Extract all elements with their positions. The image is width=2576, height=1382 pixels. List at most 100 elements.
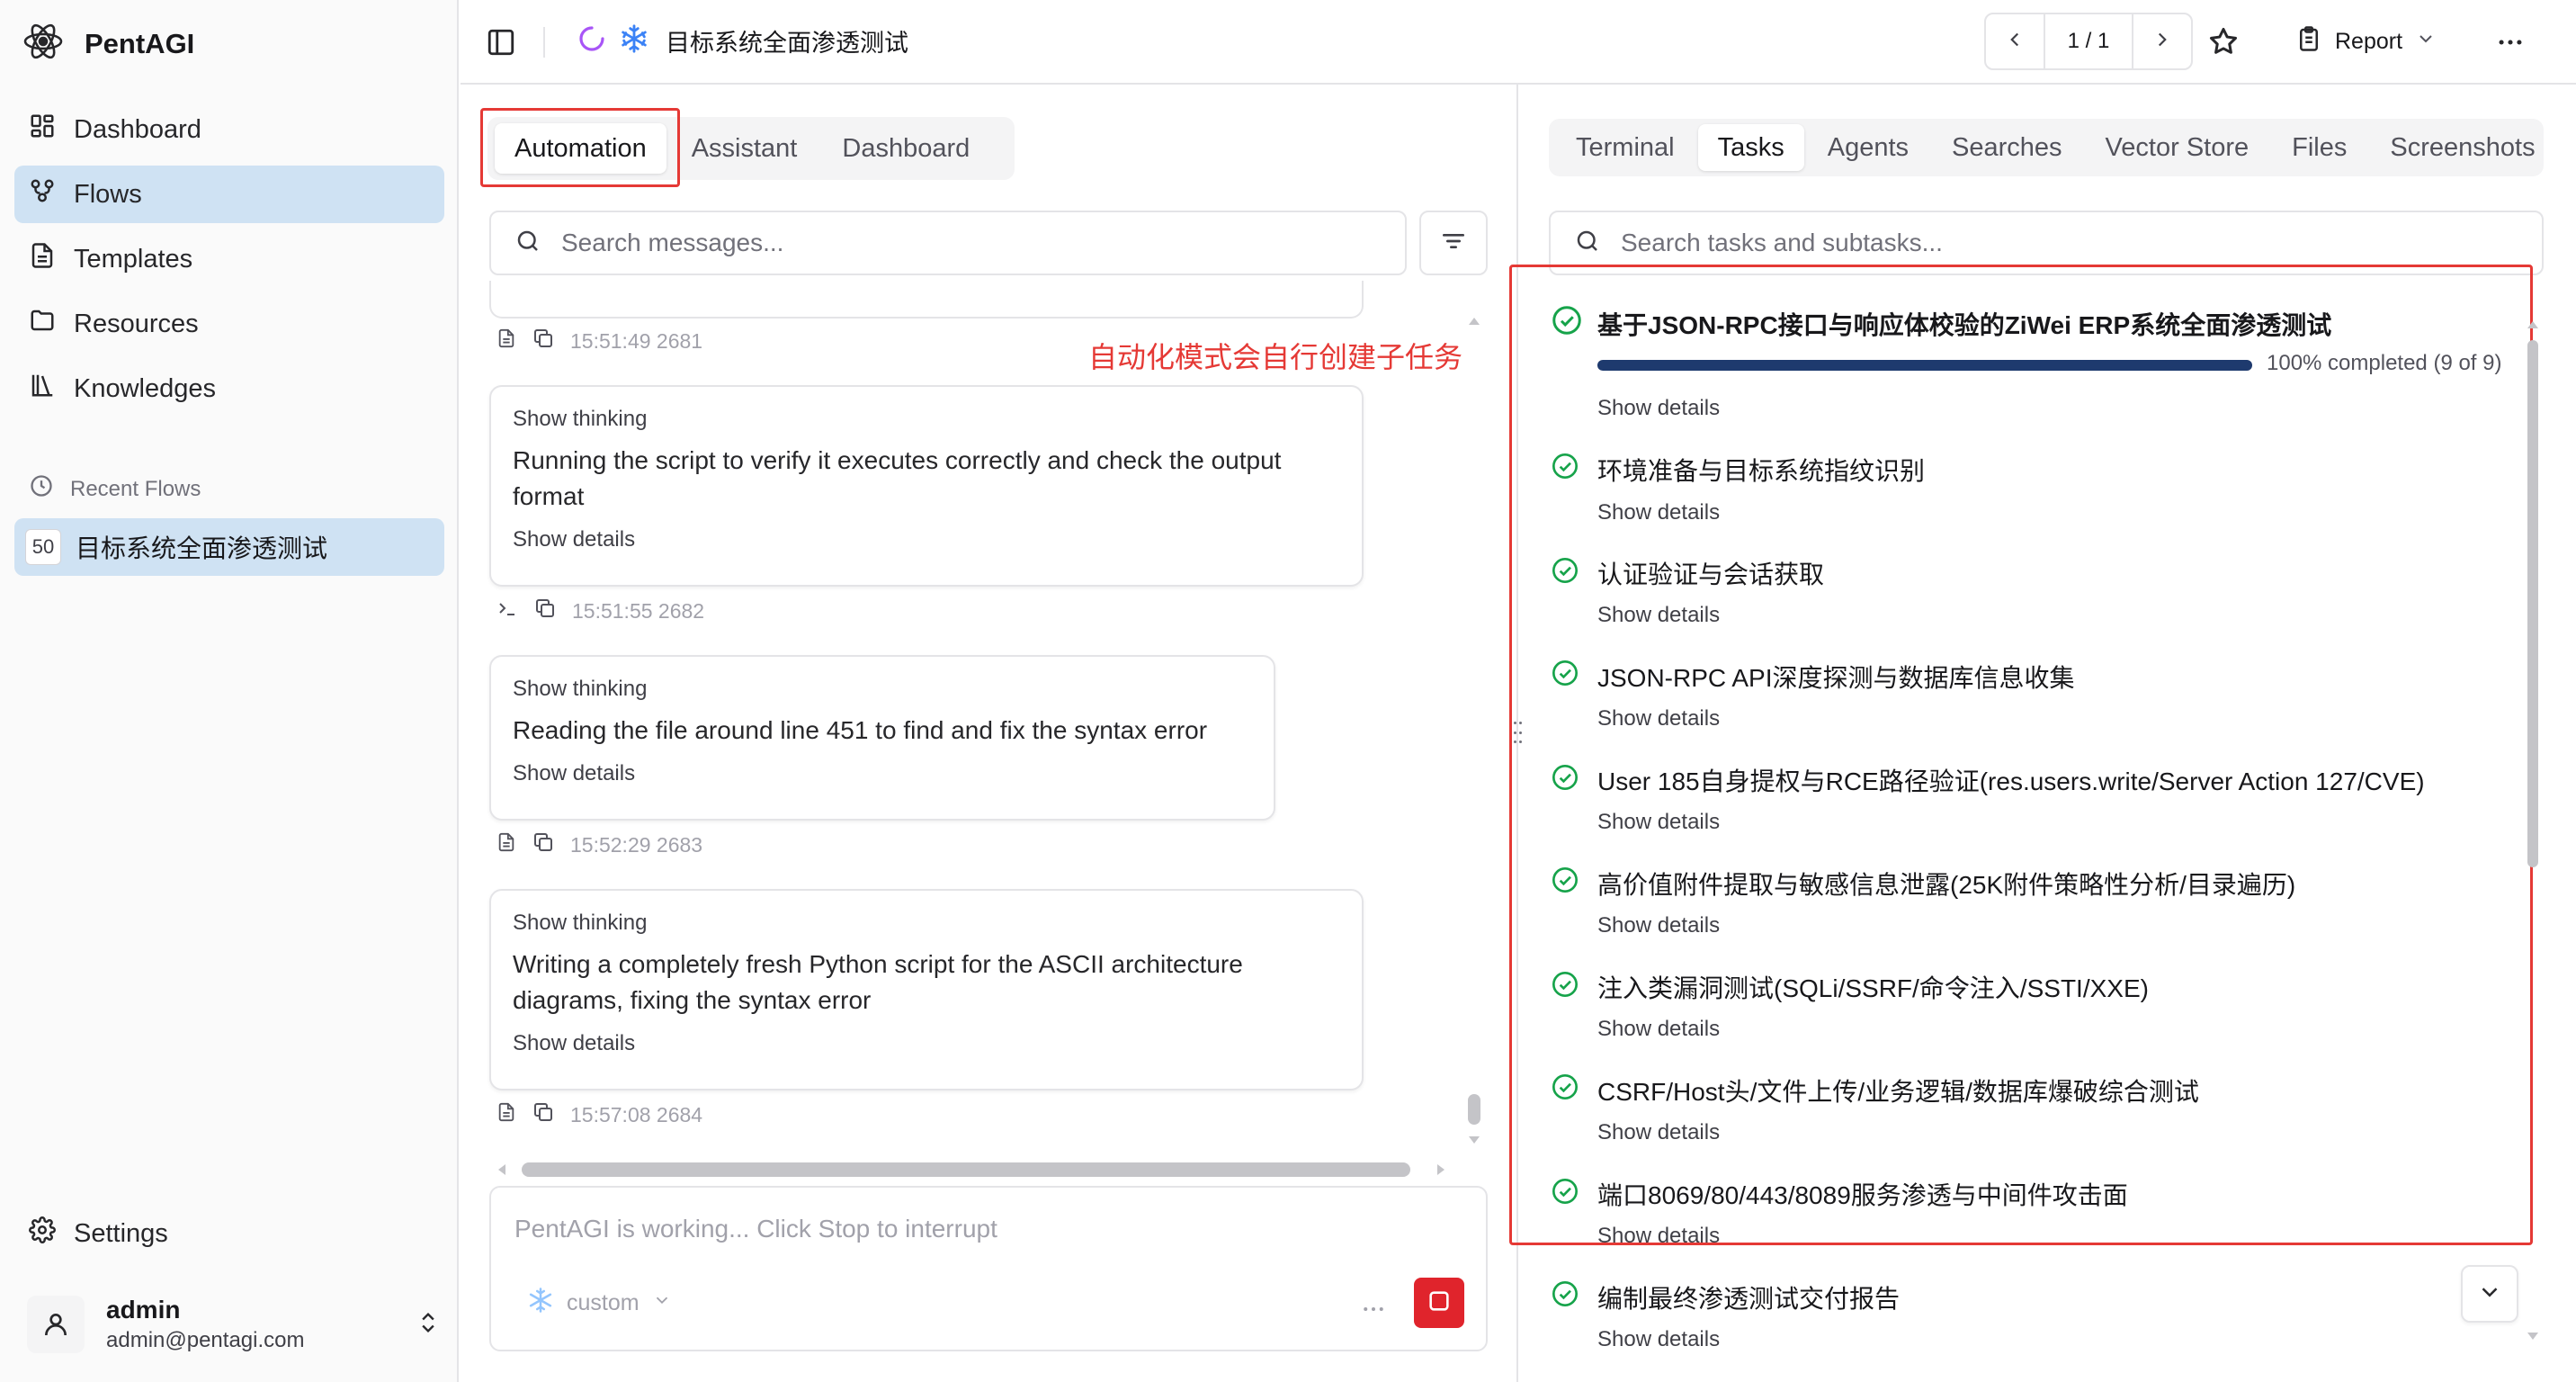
message-card: Show thinking Writing a completely fresh…	[489, 889, 1364, 1090]
show-thinking-toggle[interactable]: Show thinking	[513, 911, 1340, 936]
subtask-title[interactable]: 认证验证与会话获取	[1597, 555, 1824, 591]
recent-flow-title: 目标系统全面渗透测试	[76, 534, 328, 562]
sidebar-item-templates[interactable]: Templates	[14, 230, 444, 288]
terminal-icon[interactable]	[496, 597, 518, 624]
show-details-link[interactable]: Show details	[1597, 500, 1720, 525]
page-indicator: 1 / 1	[2044, 14, 2133, 68]
prev-page-button[interactable]	[1986, 14, 2044, 68]
check-circle-icon	[1551, 659, 1579, 692]
sidebar-item-resources[interactable]: Resources	[14, 295, 444, 353]
document-icon[interactable]	[496, 328, 516, 354]
copy-icon[interactable]	[532, 328, 554, 354]
copy-icon[interactable]	[534, 597, 556, 624]
search-icon	[1574, 228, 1601, 259]
recent-flows-label: Recent Flows	[29, 473, 201, 505]
tab-files[interactable]: Files	[2272, 124, 2366, 171]
chat-scrollbar-thumb[interactable]	[1468, 1094, 1480, 1125]
show-thinking-toggle[interactable]: Show thinking	[513, 407, 1340, 432]
pager: 1 / 1	[1984, 13, 2193, 70]
show-details-link[interactable]: Show details	[1597, 706, 1720, 731]
sidebar-item-label: Knowledges	[74, 373, 216, 403]
sidebar-item-dashboard[interactable]: Dashboard	[14, 101, 444, 158]
tasks-scrollbar-thumb[interactable]	[2527, 340, 2538, 867]
flow-title: 目标系统全面渗透测试	[666, 30, 908, 57]
show-details-link[interactable]: Show details	[1597, 1017, 1720, 1042]
chevron-down-icon	[2415, 28, 2437, 56]
next-page-button[interactable]	[2133, 14, 2191, 68]
user-name: admin	[106, 1296, 181, 1324]
report-button[interactable]: Report	[2295, 20, 2437, 63]
composer-placeholder[interactable]: PentAGI is working... Click Stop to inte…	[514, 1215, 997, 1243]
copy-icon[interactable]	[532, 1101, 554, 1128]
tab-tasks[interactable]: Tasks	[1697, 124, 1804, 171]
templates-icon	[29, 242, 56, 276]
scroll-to-bottom-button[interactable]	[2461, 1265, 2518, 1323]
main-task-title[interactable]: 基于JSON-RPC接口与响应体校验的ZiWei ERP系统全面渗透测试	[1597, 306, 2331, 342]
user-menu[interactable]: admin admin@pentagi.com	[27, 1288, 441, 1360]
tab-assistant[interactable]: Assistant	[672, 123, 818, 174]
subtask-title[interactable]: 端口8069/80/443/8089服务渗透与中间件攻击面	[1597, 1176, 2128, 1212]
show-details-link[interactable]: Show details	[1597, 810, 1720, 835]
settings-link[interactable]: Settings	[29, 1216, 168, 1251]
subtask-title[interactable]: 编制最终渗透测试交付报告	[1597, 1279, 1900, 1315]
show-thinking-toggle[interactable]: Show thinking	[513, 677, 1252, 702]
message-meta: 15:51:55 2682	[496, 597, 704, 624]
scroll-up-arrow-icon[interactable]	[2526, 319, 2540, 335]
document-icon[interactable]	[496, 831, 516, 858]
drag-handle-icon[interactable]	[1511, 720, 1524, 745]
show-details-link[interactable]: Show details	[1597, 1120, 1720, 1145]
chevron-down-icon	[2476, 1279, 2503, 1310]
tab-screenshots[interactable]: Screenshots	[2370, 124, 2544, 171]
message-meta: 15:51:49 2681	[496, 328, 702, 354]
show-details-link[interactable]: Show details	[1597, 1327, 1720, 1352]
gear-icon	[29, 1216, 56, 1251]
subtask-title[interactable]: CSRF/Host头/文件上传/业务逻辑/数据库爆破综合测试	[1597, 1072, 2199, 1108]
model-select[interactable]: custom	[527, 1287, 672, 1320]
subtask-title[interactable]: 环境准备与目标系统指纹识别	[1597, 452, 1925, 488]
filter-button[interactable]	[1419, 211, 1488, 275]
tab-agents[interactable]: Agents	[1808, 124, 1928, 171]
scroll-down-arrow-icon[interactable]	[2526, 1330, 2540, 1346]
chat-horizontal-scrollbar[interactable]	[522, 1162, 1410, 1177]
scroll-up-arrow-icon[interactable]	[1467, 315, 1481, 331]
subtask-title[interactable]: User 185自身提权与RCE路径验证(res.users.write/Ser…	[1597, 762, 2425, 798]
library-icon	[29, 372, 56, 406]
show-details-link[interactable]: Show details	[1597, 396, 1720, 421]
subtask-title[interactable]: JSON-RPC API深度探测与数据库信息收集	[1597, 659, 2074, 695]
tab-vector-store[interactable]: Vector Store	[2086, 124, 2269, 171]
brand[interactable]: PentAGI	[22, 20, 194, 67]
tab-terminal[interactable]: Terminal	[1556, 124, 1695, 171]
message-composer[interactable]: PentAGI is working... Click Stop to inte…	[489, 1186, 1488, 1351]
message-search-input[interactable]	[561, 229, 1405, 257]
stop-button[interactable]	[1414, 1278, 1464, 1328]
tab-dashboard[interactable]: Dashboard	[822, 123, 989, 174]
copy-icon[interactable]	[532, 831, 554, 858]
scroll-right-arrow-icon[interactable]	[1436, 1162, 1446, 1181]
more-options-icon[interactable]	[2495, 27, 2526, 62]
show-details-link[interactable]: Show details	[1597, 1224, 1720, 1249]
star-icon[interactable]	[2207, 25, 2240, 62]
annotation-text: 自动化模式会自行创建子任务	[1088, 341, 1463, 373]
show-details-link[interactable]: Show details	[513, 527, 1340, 552]
sidebar-item-knowledges[interactable]: Knowledges	[14, 360, 444, 417]
sidebar-item-flows[interactable]: Flows	[14, 166, 444, 223]
show-details-link[interactable]: Show details	[513, 761, 1252, 786]
recent-flow-item[interactable]: 50 目标系统全面渗透测试	[14, 518, 444, 576]
scroll-down-arrow-icon[interactable]	[1467, 1134, 1481, 1150]
subtask-title[interactable]: 注入类漏洞测试(SQLi/SSRF/命令注入/SSTI/XXE)	[1597, 969, 2149, 1005]
scroll-left-arrow-icon[interactable]	[496, 1162, 507, 1181]
task-search-input[interactable]	[1621, 229, 2542, 257]
subtask-title[interactable]: 高价值附件提取与敏感信息泄露(25K附件策略性分析/目录遍历)	[1597, 866, 2295, 902]
check-circle-icon	[1551, 556, 1579, 589]
message-meta: 15:52:29 2683	[496, 831, 702, 858]
sidebar-item-label: Dashboard	[74, 114, 201, 144]
more-options-icon[interactable]	[1360, 1296, 1387, 1327]
show-details-link[interactable]: Show details	[513, 1031, 1340, 1056]
show-details-link[interactable]: Show details	[1597, 603, 1720, 628]
tab-automation[interactable]: Automation	[495, 123, 666, 174]
sidebar-toggle-icon[interactable]	[486, 27, 516, 62]
tab-searches[interactable]: Searches	[1932, 124, 2082, 171]
document-icon[interactable]	[496, 1101, 516, 1128]
sidebar: PentAGI Dashboard Flows Templates Resour…	[0, 0, 459, 1382]
show-details-link[interactable]: Show details	[1597, 913, 1720, 938]
